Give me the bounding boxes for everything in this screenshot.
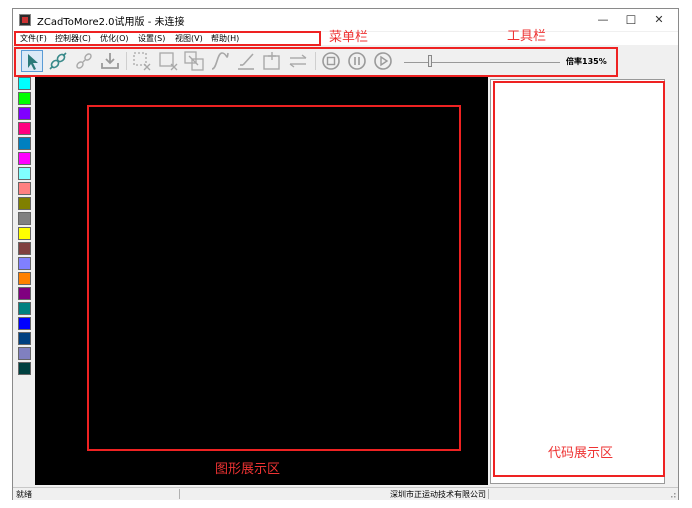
color-swatch[interactable] — [18, 242, 31, 255]
color-swatch[interactable] — [18, 122, 31, 135]
color-swatch[interactable] — [18, 257, 31, 270]
color-swatch[interactable] — [18, 317, 31, 330]
color-swatch[interactable] — [18, 287, 31, 300]
menubar-annotation-label: 菜单栏 — [329, 30, 369, 45]
close-button[interactable]: ✕ — [645, 11, 673, 29]
color-swatch[interactable] — [18, 137, 31, 150]
color-swatch[interactable] — [18, 212, 31, 225]
color-swatch[interactable] — [18, 167, 31, 180]
code-annotation-box — [493, 81, 665, 477]
window-title: ZCadToMore2.0试用版 - 未连接 — [37, 17, 185, 28]
menubar-annotation-box — [14, 31, 321, 46]
color-swatch[interactable] — [18, 362, 31, 375]
minimize-button[interactable]: — — [589, 11, 617, 29]
color-swatch[interactable] — [18, 77, 31, 90]
status-bar: 就绪 深圳市正运动技术有限公司 — [13, 487, 678, 500]
color-swatch[interactable] — [18, 332, 31, 345]
status-ready: 就绪 — [16, 490, 32, 499]
code-annotation-label: 代码展示区 — [548, 446, 614, 461]
graphics-annotation-box — [87, 105, 461, 451]
graphics-annotation-label: 图形展示区 — [215, 462, 281, 477]
color-swatch[interactable] — [18, 347, 31, 360]
color-swatch[interactable] — [18, 302, 31, 315]
app-icon — [19, 14, 31, 26]
toolbar-annotation-label: 工具栏 — [507, 29, 547, 44]
color-swatch[interactable] — [18, 107, 31, 120]
status-divider — [179, 489, 180, 499]
color-swatch[interactable] — [18, 197, 31, 210]
color-swatch[interactable] — [18, 152, 31, 165]
color-swatch[interactable] — [18, 272, 31, 285]
status-company: 深圳市正运动技术有限公司 — [390, 490, 486, 499]
color-palette — [18, 77, 33, 377]
toolbar-annotation-box — [14, 47, 618, 77]
status-divider — [488, 489, 489, 499]
maximize-button[interactable]: ☐ — [617, 11, 645, 29]
color-swatch[interactable] — [18, 227, 31, 240]
color-swatch[interactable] — [18, 92, 31, 105]
color-swatch[interactable] — [18, 182, 31, 195]
resize-grip-icon[interactable] — [668, 490, 676, 498]
